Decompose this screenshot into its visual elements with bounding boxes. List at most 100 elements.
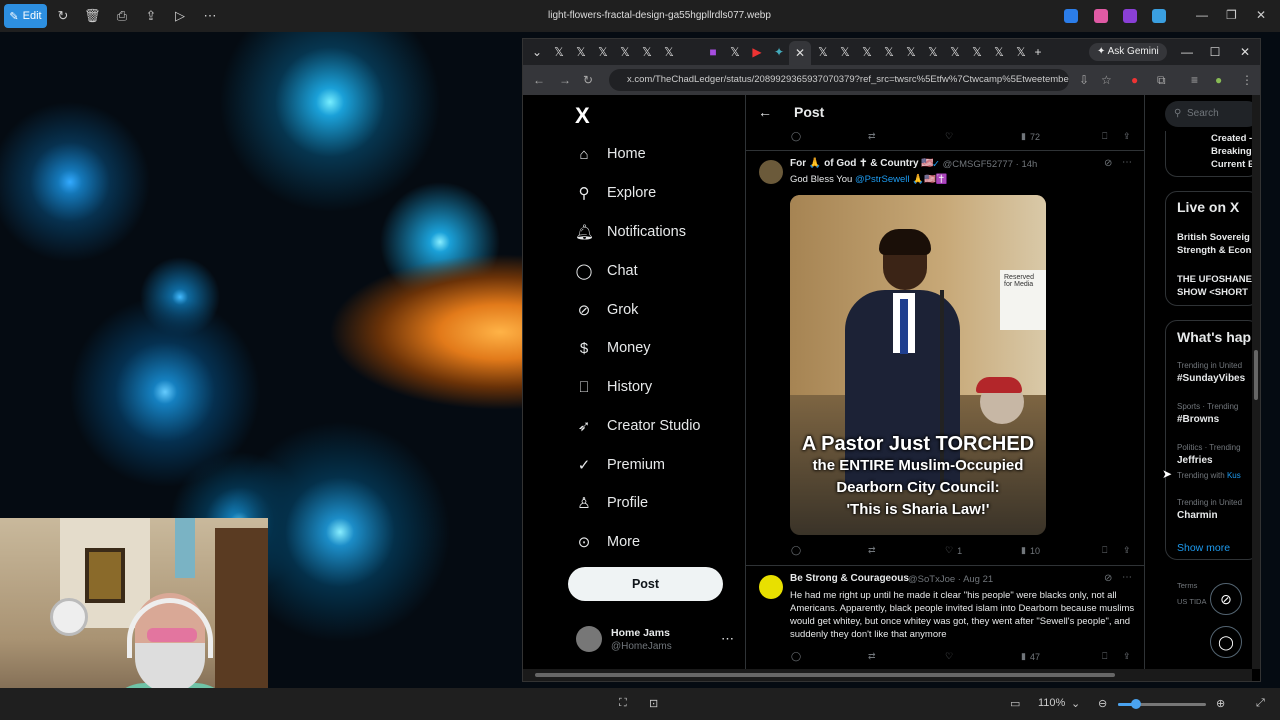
views-stat[interactable]: ▮ 10 [1021, 545, 1040, 556]
zoom-in-icon[interactable]: ⊕ [1216, 697, 1225, 710]
zoom-slider-handle[interactable] [1130, 699, 1141, 709]
trend-tag[interactable]: Charmin [1177, 510, 1218, 521]
views-stat[interactable]: ▮ 47 [1021, 651, 1040, 662]
delete-icon[interactable]: 🗑 [84, 8, 101, 24]
views-stat[interactable]: ▮ 72 [1021, 131, 1040, 142]
bookmark-action-icon[interactable]: ⎕ [1102, 131, 1107, 142]
live-item[interactable]: British Sovereig [1177, 231, 1250, 244]
tab-butterfly-icon[interactable]: ✦ [771, 44, 787, 60]
app-icon-2[interactable] [1094, 9, 1108, 23]
like-icon[interactable]: ♡ [945, 651, 953, 662]
trend-tag[interactable]: Jeffries [1177, 455, 1213, 466]
ask-gemini-button[interactable]: ✦ Ask Gemini [1089, 43, 1167, 61]
zoom-slider[interactable] [1118, 699, 1206, 709]
screen-fit-icon[interactable]: ▭ [1010, 697, 1020, 710]
tweet-more-icon[interactable]: ⋯ [1122, 572, 1132, 583]
nav-more[interactable]: ⊙ More [575, 530, 640, 554]
app-icon-4[interactable] [1152, 9, 1166, 23]
news-line[interactable]: Breaking [1211, 145, 1252, 158]
show-more-link[interactable]: Show more [1177, 542, 1230, 554]
tab-x-13[interactable]: 𝕏 [925, 44, 941, 60]
bookmark-action-icon[interactable]: ⎕ [1102, 545, 1107, 556]
extensions-icon[interactable]: ⧉ [1157, 73, 1166, 88]
live-item[interactable]: THE UFOSHANE [1177, 273, 1252, 286]
bookmark-star-icon[interactable]: ☆ [1101, 73, 1112, 87]
bookmark-action-icon[interactable]: ⎕ [1102, 651, 1107, 662]
nav-chat[interactable]: ◯ Chat [575, 259, 638, 283]
tab-x-3[interactable]: 𝕏 [595, 44, 611, 60]
forward-icon[interactable]: → [559, 73, 571, 87]
footer-link[interactable]: US TIDA [1177, 597, 1206, 606]
nav-history[interactable]: ⎕ History [575, 375, 652, 399]
nav-notifications[interactable]: 🔔︎ Notifications [575, 220, 686, 244]
back-icon[interactable]: ← [533, 73, 545, 87]
avatar[interactable] [759, 575, 783, 599]
reply-icon[interactable]: ◯ [791, 651, 801, 662]
zoom-level[interactable]: 110% [1038, 697, 1065, 709]
nav-explore[interactable]: ⚲ Explore [575, 181, 657, 205]
browser-maximize-icon[interactable]: ☐ [1207, 44, 1223, 60]
profile-avatar-icon[interactable]: ● [1215, 73, 1222, 87]
share-icon[interactable]: ⇪ [143, 8, 159, 24]
tab-x-15[interactable]: 𝕏 [969, 44, 985, 60]
nav-creator-studio[interactable]: ➶ Creator Studio [575, 414, 701, 438]
install-icon[interactable]: ⇩ [1079, 73, 1089, 87]
browser-close-icon[interactable]: ✕ [1237, 44, 1253, 60]
footer-link[interactable]: Terms [1177, 581, 1197, 590]
tab-x-1[interactable]: 𝕏 [551, 44, 567, 60]
tab-x-5[interactable]: 𝕏 [639, 44, 655, 60]
reply-icon[interactable]: ◯ [791, 131, 801, 142]
repost-icon[interactable]: ⇄ [868, 545, 876, 556]
tab-x-6[interactable]: 𝕏 [661, 44, 677, 60]
fullscreen-icon[interactable]: ⤢ [1256, 697, 1265, 710]
chat-fab-icon[interactable]: ◯ [1210, 626, 1242, 658]
zoom-dropdown-icon[interactable]: ⌄ [1071, 697, 1080, 710]
x-logo[interactable]: X [575, 103, 590, 129]
nav-grok[interactable]: ⊘ Grok [575, 298, 639, 322]
repost-icon[interactable]: ⇄ [868, 131, 876, 142]
like-stat[interactable]: ♡ 1 [945, 545, 962, 556]
share-action-icon[interactable]: ⇪ [1123, 545, 1131, 556]
minimize-icon[interactable]: — [1196, 8, 1208, 22]
nav-money[interactable]: $ Money [575, 336, 651, 360]
tab-x-7[interactable]: 𝕏 [727, 44, 743, 60]
tab-list-icon[interactable]: ⌄ [529, 44, 545, 60]
news-line[interactable]: Current E [1211, 158, 1254, 171]
tweet-more-icon[interactable]: ⋯ [1122, 157, 1132, 168]
nav-profile[interactable]: ♙ Profile [575, 491, 648, 515]
grok-explain-icon[interactable]: ⊘ [1104, 158, 1112, 169]
browser-menu-icon[interactable]: ⋮ [1241, 73, 1253, 87]
avatar[interactable] [759, 160, 783, 184]
avatar[interactable] [576, 626, 602, 652]
scroll-thumb[interactable] [1254, 350, 1258, 400]
tab-x-12[interactable]: 𝕏 [903, 44, 919, 60]
reload-icon[interactable]: ↻ [583, 73, 593, 87]
nav-home[interactable]: ⌂ Home [575, 142, 645, 166]
print-icon[interactable]: ⎙ [114, 8, 130, 24]
reply-icon[interactable]: ◯ [791, 545, 801, 556]
grok-fab-icon[interactable]: ⊘ [1210, 583, 1242, 615]
tab-x-2[interactable]: 𝕏 [573, 44, 589, 60]
repost-icon[interactable]: ⇄ [868, 651, 876, 662]
trend-tag[interactable]: #SundayVibes [1177, 373, 1245, 384]
app-icon-3[interactable] [1123, 9, 1137, 23]
tab-x-14[interactable]: 𝕏 [947, 44, 963, 60]
account-name[interactable]: Home Jams [611, 627, 670, 639]
tab-x-4[interactable]: 𝕏 [617, 44, 633, 60]
grok-explain-icon[interactable]: ⊘ [1104, 573, 1112, 584]
more-options-icon[interactable]: ⋯ [202, 8, 218, 24]
browser-minimize-icon[interactable]: — [1179, 44, 1195, 60]
maximize-icon[interactable]: ❐ [1226, 8, 1237, 22]
close-icon[interactable]: ✕ [1256, 8, 1266, 22]
tab-app-icon[interactable]: ■ [705, 44, 721, 60]
share-action-icon[interactable]: ⇪ [1123, 131, 1131, 142]
tab-x-11[interactable]: 𝕏 [881, 44, 897, 60]
nav-premium[interactable]: ✓ Premium [575, 453, 665, 477]
back-arrow-icon[interactable]: ← [758, 104, 772, 120]
adblock-icon[interactable]: ● [1131, 73, 1138, 87]
tab-x-10[interactable]: 𝕏 [859, 44, 875, 60]
horizontal-scrollbar[interactable] [523, 669, 1252, 681]
live-item[interactable]: Strength & Econ [1177, 244, 1251, 257]
reading-list-icon[interactable]: ≡ [1191, 73, 1198, 87]
app-icon-1[interactable] [1064, 9, 1078, 23]
